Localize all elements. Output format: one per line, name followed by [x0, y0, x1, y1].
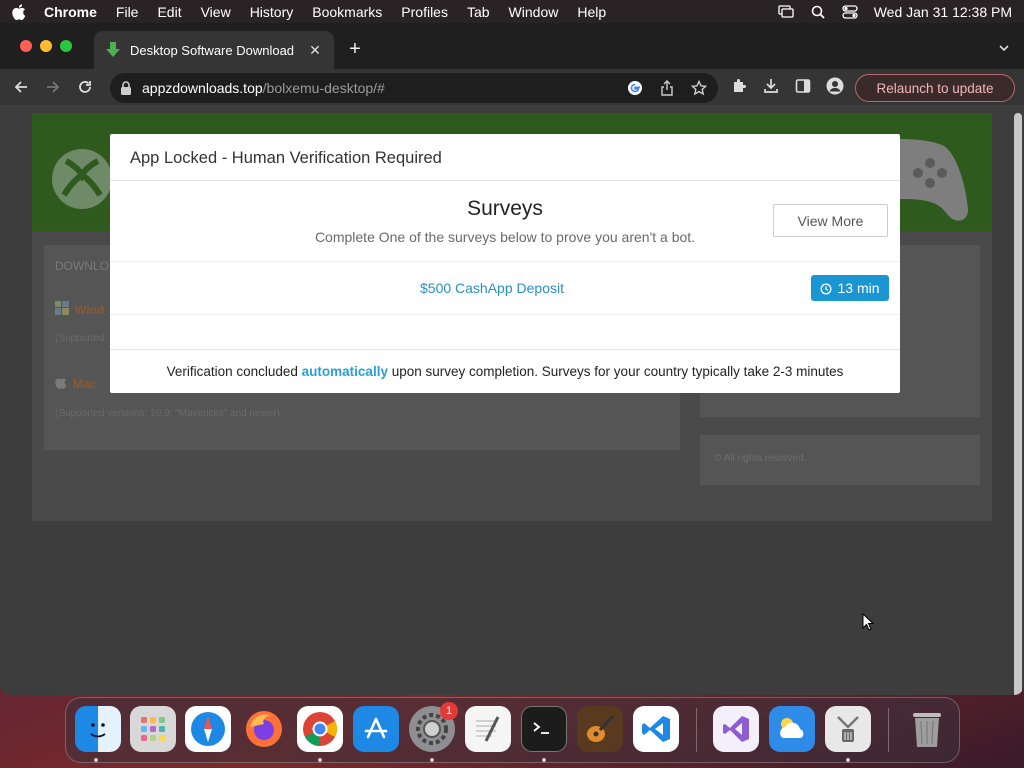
side-panel-icon[interactable]: [794, 76, 812, 96]
menu-profiles[interactable]: Profiles: [401, 4, 448, 20]
menu-window[interactable]: Window: [509, 4, 559, 20]
menu-app-chrome[interactable]: Chrome: [44, 4, 97, 20]
launchpad-icon[interactable]: [130, 706, 176, 752]
dock: [65, 697, 960, 763]
weather-icon[interactable]: [769, 706, 815, 752]
menu-tab[interactable]: Tab: [467, 4, 490, 20]
footer-text-before: Verification concluded: [166, 364, 302, 379]
chrome-icon[interactable]: [297, 706, 343, 752]
windows-download-link[interactable]: Wind: [55, 301, 104, 318]
archive-utility-icon[interactable]: [825, 706, 871, 752]
terminal-running-dot: [542, 758, 546, 762]
tab-active[interactable]: Desktop Software Download ✕: [94, 31, 334, 69]
tab-search-chevron-icon[interactable]: [998, 41, 1010, 53]
terminal-icon[interactable]: [521, 706, 567, 752]
chrome-running-dot: [318, 758, 322, 762]
app-store-icon[interactable]: [353, 706, 399, 752]
menu-bar: Chrome File Edit View History Bookmarks …: [0, 0, 1024, 23]
control-center-icon[interactable]: [842, 4, 858, 19]
dock-separator-trash: [888, 708, 889, 752]
modal-header: App Locked - Human Verification Required: [110, 134, 900, 181]
menu-help[interactable]: Help: [577, 4, 606, 20]
garageband-icon[interactable]: [577, 706, 623, 752]
reload-icon[interactable]: [74, 76, 96, 98]
new-tab-button[interactable]: +: [345, 38, 365, 61]
finder-running-dot: [94, 758, 98, 762]
browser-toolbar: appzdownloads.top/bolxemu-desktop/# Rela…: [0, 69, 1024, 105]
trash-icon[interactable]: [904, 706, 950, 752]
mac-download-link[interactable]: Mac: [55, 375, 96, 392]
windows-link-label: Wind: [75, 302, 105, 317]
visual-studio-icon[interactable]: [713, 706, 759, 752]
close-tab-icon[interactable]: ✕: [308, 43, 322, 57]
back-arrow-icon[interactable]: [10, 76, 32, 98]
apple-logo-icon: [55, 375, 67, 392]
download-arrow-icon: [106, 42, 120, 58]
download-heading: DOWNLO: [55, 259, 109, 273]
downloads-icon[interactable]: [762, 76, 780, 96]
minimize-window-button[interactable]: [40, 40, 52, 52]
relaunch-to-update-button[interactable]: Relaunch to update: [855, 74, 1015, 102]
tab-title: Desktop Software Download: [130, 42, 295, 58]
share-icon[interactable]: [658, 79, 676, 97]
textedit-icon[interactable]: [465, 706, 511, 752]
footer-text-after: upon survey completion. Surveys for your…: [387, 364, 844, 379]
dock-separator: [696, 708, 697, 752]
window-controls: [20, 40, 72, 52]
modal-body: Surveys Complete One of the surveys belo…: [110, 181, 900, 350]
profile-avatar-icon[interactable]: [826, 76, 844, 96]
page-scrollbar[interactable]: [1014, 113, 1022, 695]
mouse-cursor-icon: [862, 612, 875, 631]
page-footer: © All rights reserved.: [700, 435, 980, 485]
vscode-icon[interactable]: [633, 706, 679, 752]
extensions-puzzle-icon[interactable]: [730, 76, 748, 96]
address-bar[interactable]: appzdownloads.top/bolxemu-desktop/#: [110, 73, 718, 103]
archive-running-dot: [846, 758, 850, 762]
mac-link-label: Mac: [73, 376, 97, 391]
survey-row[interactable]: $500 CashApp Deposit 13 min: [110, 261, 900, 315]
footer-highlight: automatically: [301, 364, 388, 379]
verification-modal: App Locked - Human Verification Required…: [110, 134, 900, 393]
windows-supported-text: (Supported: [55, 333, 105, 344]
google-lens-icon[interactable]: [626, 79, 644, 97]
menu-file[interactable]: File: [116, 4, 139, 20]
forward-arrow-icon[interactable]: [42, 76, 64, 98]
safari-icon[interactable]: [185, 706, 231, 752]
tab-strip: Desktop Software Download ✕ +: [0, 23, 1024, 69]
menu-clock[interactable]: Wed Jan 31 12:38 PM: [874, 4, 1012, 20]
close-window-button[interactable]: [20, 40, 32, 52]
firefox-icon[interactable]: [241, 706, 287, 752]
lock-icon[interactable]: [120, 81, 132, 95]
url-path: /bolxemu-desktop/#: [262, 80, 385, 96]
clock-icon: [820, 282, 832, 295]
url-host: appzdownloads.top: [142, 80, 263, 96]
menu-edit[interactable]: Edit: [157, 4, 181, 20]
settings-running-dot: [430, 758, 434, 762]
view-more-button[interactable]: View More: [773, 204, 888, 237]
menu-history[interactable]: History: [250, 4, 294, 20]
survey-time: 13 min: [837, 280, 880, 296]
windows-logo-icon: [55, 301, 69, 318]
mac-supported-text: (Supported versions: 10.9: "Mavericks" a…: [55, 408, 280, 419]
survey-link[interactable]: $500 CashApp Deposit: [110, 280, 874, 296]
modal-footer: Verification concluded automatically upo…: [110, 349, 900, 393]
screen-mirroring-icon[interactable]: [778, 4, 794, 19]
spotlight-search-icon[interactable]: [810, 5, 826, 19]
settings-notification-badge: 1: [440, 702, 458, 720]
bookmark-star-icon[interactable]: [690, 79, 708, 97]
xbox-logo-icon: [50, 147, 114, 211]
apple-menu-icon[interactable]: [12, 3, 26, 20]
menu-view[interactable]: View: [201, 4, 231, 20]
menu-bookmarks[interactable]: Bookmarks: [312, 4, 382, 20]
survey-time-badge: 13 min: [811, 275, 889, 301]
finder-icon[interactable]: [75, 706, 121, 752]
maximize-window-button[interactable]: [60, 40, 72, 52]
